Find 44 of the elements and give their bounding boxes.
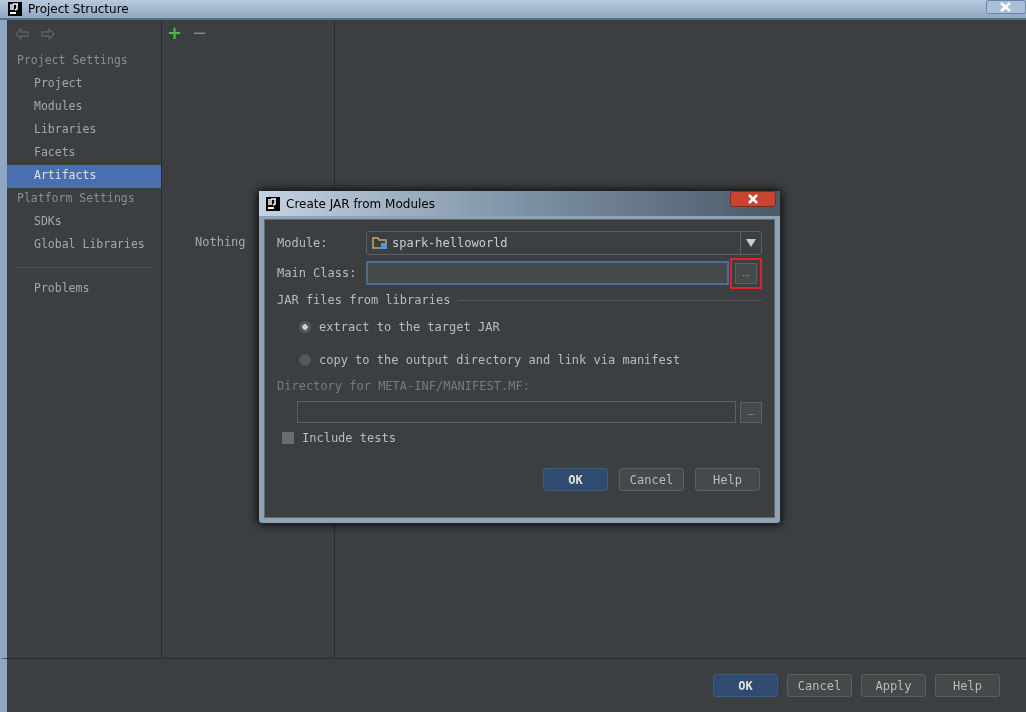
remove-button[interactable]: − — [192, 22, 208, 43]
folder-icon — [372, 236, 388, 250]
section-heading: Platform Settings — [16, 190, 136, 207]
field-label: Directory for META-INF/MANIFEST.MF: — [277, 379, 531, 395]
back-arrow-icon[interactable] — [15, 28, 29, 40]
ok-button[interactable]: OK — [713, 674, 778, 697]
sidebar-item[interactable]: Libraries — [7, 119, 161, 142]
ok-button[interactable]: OK — [543, 468, 608, 491]
dialog-title: Create JAR from Modules — [286, 196, 436, 211]
sidebar-item[interactable]: Project — [7, 73, 161, 96]
dialog-button[interactable]: Help — [935, 674, 1000, 697]
dialog-button[interactable]: Help — [695, 468, 760, 491]
field-label: Module: — [277, 236, 329, 250]
radio-label[interactable]: extract to the target JAR — [319, 319, 500, 334]
empty-message: Nothing — [195, 235, 246, 249]
close-icon[interactable] — [730, 191, 776, 207]
module-dropdown[interactable]: spark-helloworld — [366, 231, 762, 255]
dropdown-arrow-icon — [746, 239, 756, 247]
field-label: Main Class: — [277, 266, 358, 280]
app-logo-icon — [266, 196, 280, 211]
section-heading: Project Settings — [16, 52, 129, 69]
sidebar-item[interactable]: Global Libraries — [7, 234, 161, 257]
main-class-field[interactable] — [366, 261, 729, 285]
sidebar-item[interactable]: Artifacts — [7, 165, 161, 188]
sidebar-item[interactable]: Problems — [7, 278, 161, 301]
manifest-directory-field[interactable] — [297, 401, 736, 423]
browse-button[interactable]: ... — [735, 262, 757, 284]
radio-button[interactable] — [299, 320, 311, 333]
add-button[interactable]: + — [167, 22, 183, 43]
checkbox[interactable] — [282, 432, 294, 444]
sidebar-item[interactable]: Facets — [7, 142, 161, 165]
dialog-button[interactable]: Cancel — [787, 674, 852, 697]
window-title: Project Structure — [28, 2, 130, 16]
radio-button[interactable] — [299, 353, 311, 366]
radio-label[interactable]: copy to the output directory and link via manifest — [319, 352, 681, 367]
sidebar-item[interactable]: Modules — [7, 96, 161, 119]
checkbox-label[interactable]: Include tests — [302, 431, 396, 445]
app-logo-icon — [8, 2, 22, 16]
sidebar-item[interactable]: SDKs — [7, 211, 161, 234]
browse-button[interactable]: ... — [740, 401, 762, 423]
dialog-button[interactable]: Apply — [861, 674, 926, 697]
group-heading: JAR files from libraries — [277, 293, 451, 307]
forward-arrow-icon[interactable] — [41, 28, 55, 40]
dialog-button[interactable]: Cancel — [619, 468, 684, 491]
